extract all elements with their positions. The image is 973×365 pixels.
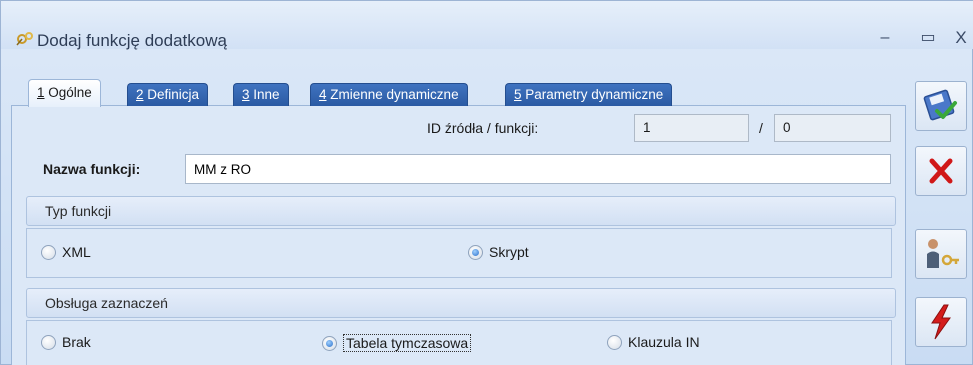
tab-number: 3 [242, 87, 250, 102]
dialog-window: Dodaj funkcję dodatkową – ▭ X 1 Ogólne 2… [0, 0, 973, 365]
radio-label: Skrypt [489, 244, 529, 260]
selection-handling-header: Obsługa zaznaczeń [26, 288, 896, 318]
minimize-button[interactable]: – [876, 29, 894, 47]
close-button[interactable]: X [952, 29, 970, 47]
cancel-button[interactable] [915, 146, 967, 196]
save-button[interactable] [915, 81, 967, 131]
function-icon [16, 32, 33, 46]
radio-label: Klauzula IN [628, 334, 700, 350]
tab-label: Ogólne [44, 85, 92, 100]
radio-skrypt[interactable]: Skrypt [468, 244, 529, 260]
function-name-input[interactable] [185, 154, 891, 184]
radio-indicator[interactable] [607, 334, 622, 350]
id-separator: / [759, 120, 763, 136]
tab-parametry-dynamiczne[interactable]: 5 Parametry dynamiczne [505, 83, 673, 106]
function-type-header: Typ funkcji [26, 196, 896, 226]
radio-indicator[interactable] [322, 335, 337, 351]
run-button[interactable] [915, 297, 967, 347]
title-bar[interactable]: Dodaj funkcję dodatkową – ▭ X [1, 1, 973, 50]
tab-zmienne-dynamiczne[interactable]: 4 Zmienne dynamiczne [310, 83, 468, 106]
tab-number: 1 [37, 85, 45, 100]
source-id-field: 1 [634, 114, 749, 142]
radio-label: Brak [62, 334, 91, 350]
tab-ogolne[interactable]: 1 Ogólne [28, 79, 101, 107]
radio-indicator[interactable] [41, 244, 56, 260]
id-label: ID źródła / funkcji: [427, 120, 539, 136]
radio-label: Tabela tymczasowa [343, 334, 472, 352]
tab-number: 2 [136, 87, 144, 102]
radio-indicator[interactable] [468, 244, 483, 260]
tab-label: Definicja [143, 87, 200, 102]
tab-definicja[interactable]: 2 Definicja [127, 83, 209, 106]
tab-inne[interactable]: 3 Inne [233, 83, 289, 106]
save-icon [923, 89, 957, 121]
radio-indicator[interactable] [41, 334, 56, 350]
radio-klauzula-in[interactable]: Klauzula IN [607, 334, 700, 350]
tab-number: 5 [514, 87, 522, 102]
function-id-field: 0 [774, 114, 891, 142]
user-key-icon [927, 239, 959, 268]
function-type-group [26, 228, 892, 278]
radio-brak[interactable]: Brak [41, 334, 91, 350]
radio-xml[interactable]: XML [41, 244, 91, 260]
tab-label: Parametry dynamiczne [521, 87, 664, 102]
function-name-label: Nazwa funkcji: [43, 161, 141, 177]
user-key-button[interactable] [915, 229, 967, 279]
radio-label: XML [62, 244, 91, 260]
maximize-button[interactable]: ▭ [919, 29, 937, 47]
cancel-icon [929, 158, 953, 184]
tab-label: Zmienne dynamiczne [326, 87, 459, 102]
tab-number: 4 [319, 87, 327, 102]
window-title: Dodaj funkcję dodatkową [37, 31, 227, 50]
tab-label: Inne [249, 87, 280, 102]
lightning-icon [931, 304, 951, 340]
radio-tabela-tymczasowa[interactable]: Tabela tymczasowa [322, 334, 472, 352]
